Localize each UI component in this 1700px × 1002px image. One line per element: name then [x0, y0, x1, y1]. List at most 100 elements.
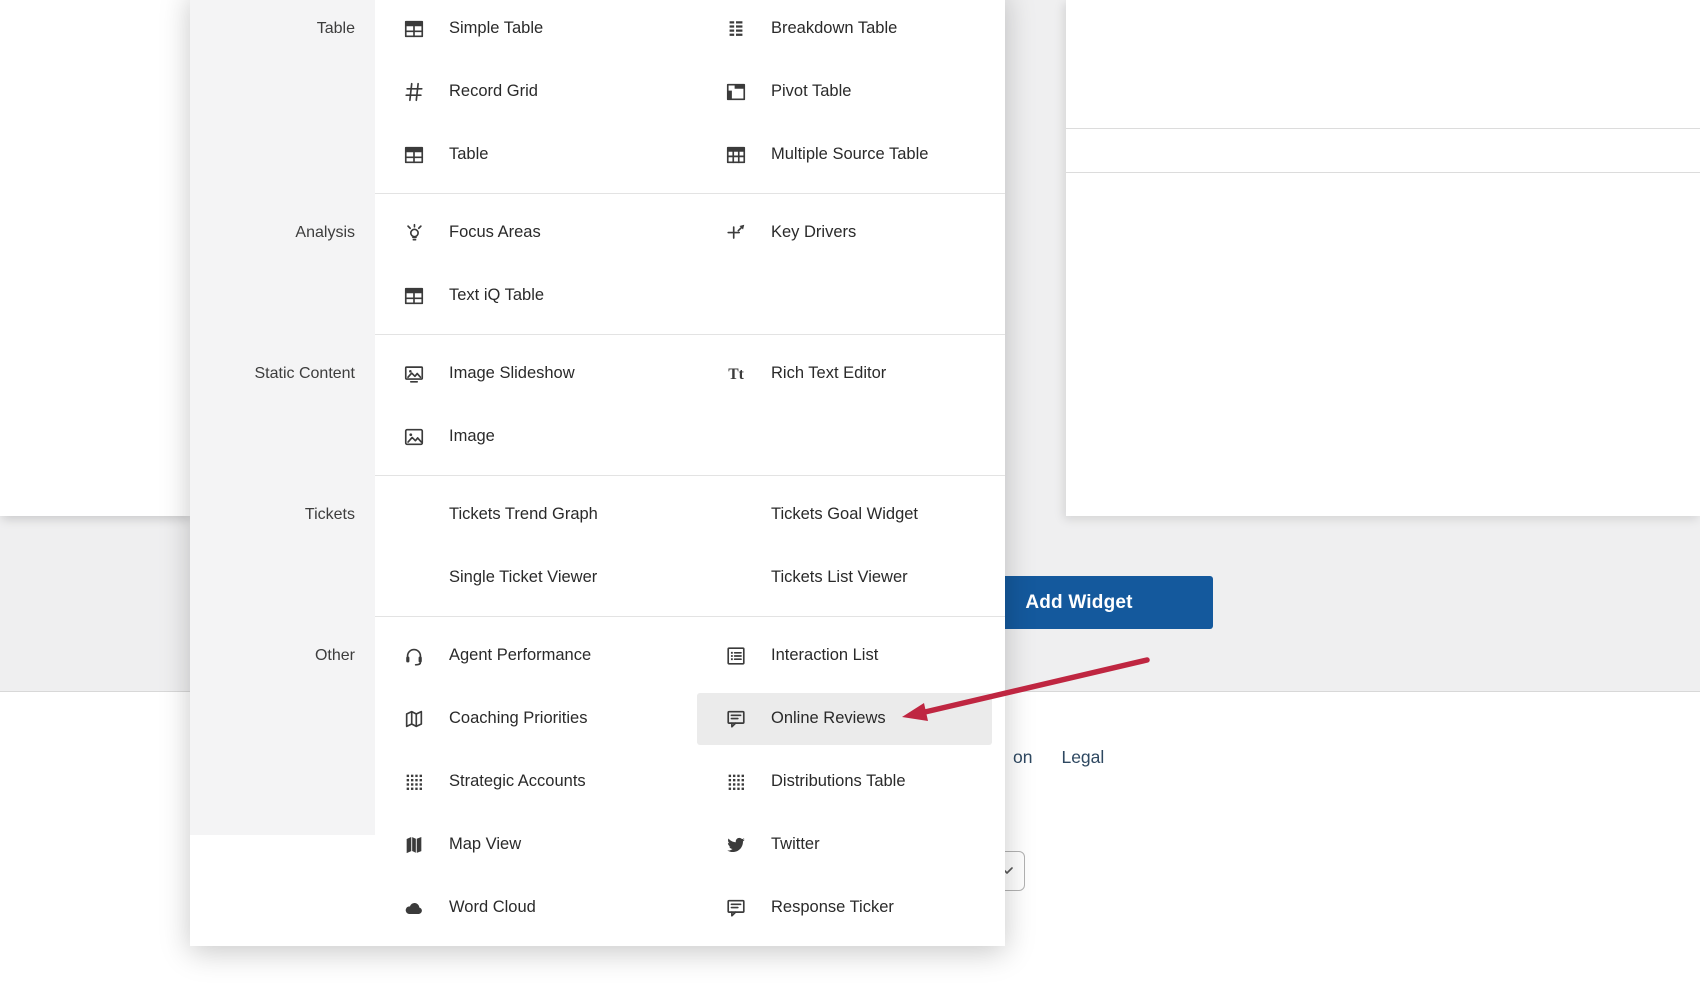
pivot-table-icon: [725, 81, 747, 103]
image-icon: [403, 426, 425, 448]
menu-item-tickets-goal-widget[interactable]: Tickets Goal Widget: [697, 483, 1005, 546]
menu-item-label: Breakdown Table: [771, 19, 897, 38]
menu-section-other: Other Agent Performance Interaction List Co…: [190, 617, 1005, 946]
focus-areas-icon: [403, 222, 425, 244]
menu-item-label: Interaction List: [771, 646, 878, 665]
category-label-static-content: Static Content: [190, 335, 375, 476]
category-items: Image Slideshow Tt Rich Text Editor Image: [375, 335, 1005, 476]
menu-item-label: Agent Performance: [449, 646, 591, 665]
menu-item-label: Twitter: [771, 835, 820, 854]
menu-item-label: Rich Text Editor: [771, 364, 886, 383]
menu-item-image[interactable]: Image: [375, 405, 697, 468]
menu-item-label: Single Ticket Viewer: [449, 568, 597, 587]
breakdown-table-icon: [725, 18, 747, 40]
menu-item-table[interactable]: Table: [375, 123, 697, 186]
footer-link-on[interactable]: on: [1013, 747, 1032, 768]
menu-item-agent-performance[interactable]: Agent Performance: [375, 624, 697, 687]
menu-item-focus-areas[interactable]: Focus Areas: [375, 201, 697, 264]
category-items: Focus Areas Key Drivers Text iQ Table: [375, 194, 1005, 335]
footer-links: on Legal: [1013, 747, 1104, 768]
menu-item-label: Text iQ Table: [449, 286, 544, 305]
menu-section-static-content: Static Content Image Slideshow Tt Rich Text…: [190, 335, 1005, 476]
menu-item-label: Multiple Source Table: [771, 145, 928, 164]
menu-item-record-grid[interactable]: Record Grid: [375, 60, 697, 123]
menu-item-label: Pivot Table: [771, 82, 851, 101]
menu-item-online-reviews[interactable]: Online Reviews: [697, 693, 992, 745]
menu-item-label: Map View: [449, 835, 521, 854]
menu-item-image-slideshow[interactable]: Image Slideshow: [375, 342, 697, 405]
menu-item-single-ticket-viewer[interactable]: Single Ticket Viewer: [375, 546, 697, 609]
menu-item-pivot-table[interactable]: Pivot Table: [697, 60, 1005, 123]
menu-item-label: Focus Areas: [449, 223, 541, 242]
category-items: Agent Performance Interaction List Coachin…: [375, 617, 1005, 946]
multiple-source-table-icon: [725, 144, 747, 166]
menu-item-label: Word Cloud: [449, 898, 536, 917]
no-icon: [403, 567, 425, 589]
image-slideshow-icon: [403, 363, 425, 385]
record-grid-icon: [403, 81, 425, 103]
text-iq-table-icon: [403, 285, 425, 307]
background-panel-left: [0, 0, 190, 516]
menu-item-text-iq-table[interactable]: Text iQ Table: [375, 264, 697, 327]
menu-item-rich-text-editor[interactable]: Tt Rich Text Editor: [697, 342, 1005, 405]
menu-section-analysis: Analysis Focus Areas Key Drivers Text iQ Ta…: [190, 194, 1005, 335]
menu-item-response-ticker[interactable]: Response Ticker: [697, 876, 1005, 939]
online-reviews-icon: [725, 708, 747, 730]
menu-item-label: Online Reviews: [771, 709, 886, 728]
menu-item-label: Response Ticker: [771, 898, 894, 917]
menu-item-word-cloud[interactable]: Word Cloud: [375, 876, 697, 939]
menu-section-table: Table Simple Table Breakdown Table Record G…: [190, 0, 1005, 194]
menu-section-tickets: Tickets Tickets Trend Graph Tickets Goal W…: [190, 476, 1005, 617]
menu-item-label: Image: [449, 427, 495, 446]
category-label-other: Other: [190, 617, 375, 946]
no-icon: [403, 504, 425, 526]
key-drivers-icon: [725, 222, 747, 244]
menu-item-tickets-trend-graph[interactable]: Tickets Trend Graph: [375, 483, 697, 546]
simple-table-icon: [403, 18, 425, 40]
no-icon: [725, 567, 747, 589]
category-items: Simple Table Breakdown Table Record Grid Pi…: [375, 0, 1005, 194]
svg-text:Tt: Tt: [728, 366, 744, 383]
twitter-icon: [725, 834, 747, 856]
menu-item-twitter[interactable]: Twitter: [697, 813, 1005, 876]
menu-item-coaching-priorities[interactable]: Coaching Priorities: [375, 687, 697, 750]
category-label-table: Table: [190, 0, 375, 194]
category-label-analysis: Analysis: [190, 194, 375, 335]
background-row-divider: [1066, 128, 1700, 129]
menu-item-label: Tickets Goal Widget: [771, 505, 918, 524]
category-label-tickets: Tickets: [190, 476, 375, 617]
menu-item-label: Record Grid: [449, 82, 538, 101]
menu-item-label: Tickets Trend Graph: [449, 505, 598, 524]
category-items: Tickets Trend Graph Tickets Goal Widget Si…: [375, 476, 1005, 617]
menu-item-label: Simple Table: [449, 19, 543, 38]
coaching-priorities-icon: [403, 708, 425, 730]
menu-item-strategic-accounts[interactable]: Strategic Accounts: [375, 750, 697, 813]
table-icon: [403, 144, 425, 166]
menu-item-label: Distributions Table: [771, 772, 906, 791]
agent-performance-icon: [403, 645, 425, 667]
menu-item-label: Image Slideshow: [449, 364, 575, 383]
interaction-list-icon: [725, 645, 747, 667]
map-view-icon: [403, 834, 425, 856]
menu-item-tickets-list-viewer[interactable]: Tickets List Viewer: [697, 546, 1005, 609]
menu-item-map-view[interactable]: Map View: [375, 813, 697, 876]
background-panel-right: [1066, 0, 1700, 516]
menu-item-label: Strategic Accounts: [449, 772, 586, 791]
menu-item-breakdown-table[interactable]: Breakdown Table: [697, 0, 1005, 60]
word-cloud-icon: [403, 897, 425, 919]
menu-item-label: Tickets List Viewer: [771, 568, 908, 587]
no-icon: [725, 504, 747, 526]
footer-link-legal[interactable]: Legal: [1061, 747, 1104, 768]
dashboard-page: onLegal Add Widget TableSimple TableBrea…: [0, 0, 1700, 1002]
menu-item-label: Table: [449, 145, 488, 164]
strategic-accounts-icon: [403, 771, 425, 793]
response-ticker-icon: [725, 897, 747, 919]
menu-item-multiple-source-table[interactable]: Multiple Source Table: [697, 123, 1005, 186]
menu-item-key-drivers[interactable]: Key Drivers: [697, 201, 1005, 264]
menu-sections: Table Simple Table Breakdown Table Record G…: [190, 0, 1005, 946]
menu-item-interaction-list[interactable]: Interaction List: [697, 624, 1005, 687]
menu-item-simple-table[interactable]: Simple Table: [375, 0, 697, 60]
background-row-divider: [1066, 172, 1700, 173]
menu-item-distributions-table[interactable]: Distributions Table: [697, 750, 1005, 813]
rich-text-editor-icon: Tt: [725, 363, 747, 385]
